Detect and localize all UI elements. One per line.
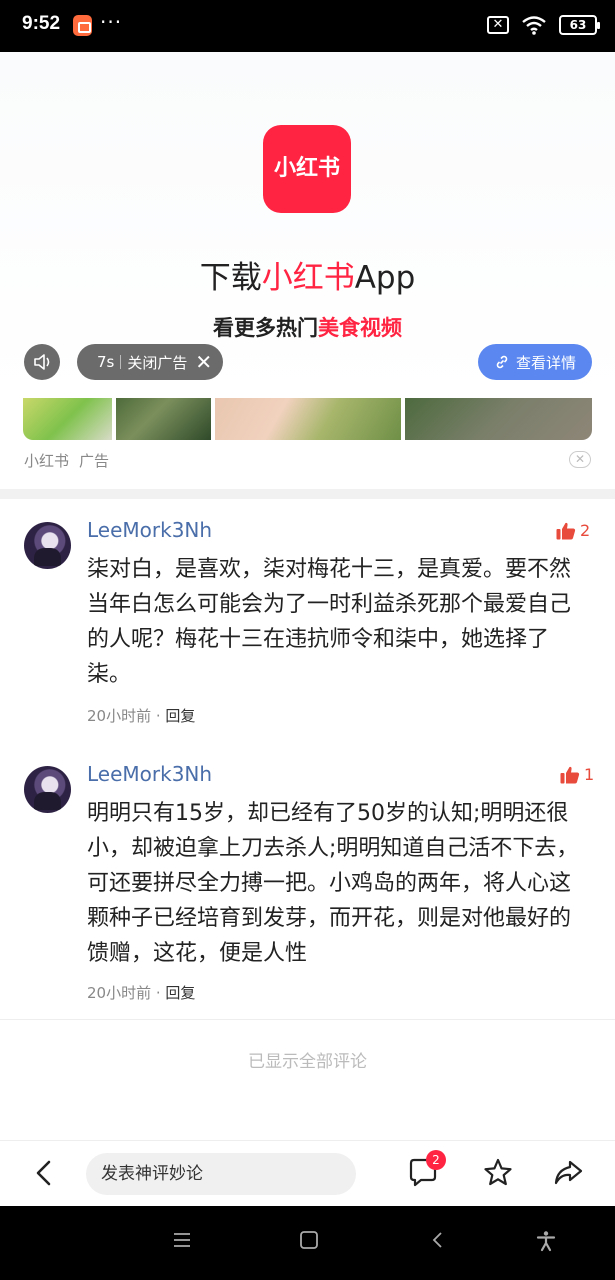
ad-subtitle: 看更多热门美食视频 [0,312,615,342]
ad-image[interactable] [116,398,211,440]
divider [0,1019,615,1020]
system-back-button[interactable] [428,1230,448,1254]
view-details-button[interactable]: 查看详情 [478,344,592,380]
ad-tag: 广告 [79,452,110,470]
comment-meta: 20小时前 · 回复 [87,984,196,1002]
home-button[interactable] [299,1230,319,1254]
link-icon [496,355,508,369]
thumbs-up-icon [556,522,576,539]
comment-time: 20小时前 [87,984,152,1002]
ad-title-prefix: 下载 [199,260,262,296]
share-button[interactable] [551,1156,585,1190]
like-button[interactable]: 2 [556,521,590,540]
view-details-label: 查看详情 [515,353,576,372]
recent-apps-button[interactable] [172,1230,192,1254]
sim-off-icon: ✕ [487,16,509,34]
accessibility-icon [536,1231,556,1252]
like-count: 1 [584,765,595,784]
app-notification-icon [73,15,92,36]
comment-count-badge: 2 [426,1150,446,1170]
dismiss-ad-icon[interactable]: ✕ [569,451,591,468]
comment-username[interactable]: LeeMork3Nh [87,518,212,542]
reply-button[interactable]: 回复 [165,707,195,725]
comment-time: 20小时前 [87,707,152,725]
speaker-icon [34,354,50,370]
ad-source: 小红书 广告 [24,450,119,471]
ad-source-name: 小红书 [24,452,70,470]
comment-text: 柒对白，是喜欢，柒对梅花十三，是真爱。要不然当年白怎么可能会为了一时利益杀死那个… [87,557,572,687]
avatar[interactable] [24,766,71,813]
ad-image[interactable] [215,398,401,440]
ad-countdown: 7s [97,353,115,371]
ad-subtitle-prefix: 看更多热门 [213,316,318,340]
all-comments-shown: 已显示全部评论 [248,1052,367,1072]
bottom-action-bar: 发表神评妙论 [0,1140,615,1206]
more-notifications-icon: ··· [100,10,123,34]
status-time: 9:52 [22,13,61,34]
chevron-left-icon [432,1232,442,1248]
wifi-icon [521,14,547,36]
like-button[interactable]: 1 [560,765,594,784]
star-icon [484,1158,512,1186]
ad-image[interactable] [23,398,112,440]
comment-input[interactable]: 发表神评妙论 [86,1153,356,1195]
xiaohongshu-logo: 小红书 [263,125,351,213]
ad-image[interactable] [405,398,592,440]
battery-icon: 63 [559,15,600,35]
share-icon [554,1160,583,1185]
comment-meta: 20小时前 · 回复 [87,707,196,725]
status-bar: 9:52 ··· ✕ 63 [0,0,615,52]
comment-text: 明明只有15岁，却已经有了50岁的认知;明明还很小，却被迫拿上刀去杀人;明明知道… [87,801,579,966]
ad-title: 下载小红书App [0,252,615,297]
ad-title-highlight: 小红书 [261,260,355,296]
menu-icon [174,1233,190,1247]
avatar[interactable] [24,522,71,569]
sound-toggle-button[interactable] [24,344,60,380]
chevron-left-icon [36,1160,51,1186]
close-icon: ✕ [195,350,213,374]
ad-title-suffix: App [354,260,416,296]
ad-banner[interactable]: 小红书 下载小红书App 看更多热门美食视频 7s 关闭广告 ✕ 查看详情 [0,52,615,397]
close-ad-label: 关闭广告 [127,353,188,372]
back-button[interactable] [30,1158,60,1188]
ad-subtitle-highlight: 美食视频 [318,316,402,340]
system-nav-bar [0,1206,615,1280]
close-ad-button[interactable]: 7s 关闭广告 ✕ [77,344,223,380]
reply-button[interactable]: 回复 [165,984,195,1002]
favorite-button[interactable] [481,1156,515,1190]
comment-username[interactable]: LeeMork3Nh [87,762,212,786]
thumbs-up-icon [560,766,580,783]
accessibility-button[interactable] [535,1230,557,1256]
ad-image-strip[interactable] [23,398,592,440]
like-count: 2 [580,521,591,540]
square-icon [300,1231,318,1249]
section-divider [0,489,615,499]
